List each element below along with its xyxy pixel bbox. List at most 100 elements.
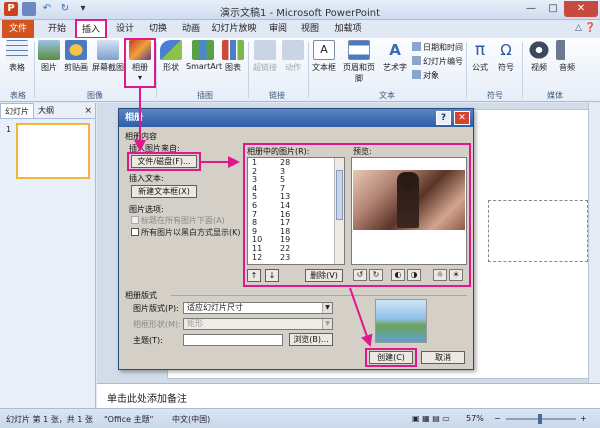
close-panel-icon[interactable]: × [84, 103, 95, 118]
object-button[interactable]: 对象 [412, 70, 439, 81]
browse-button[interactable]: 浏览(B)... [289, 333, 333, 346]
tab-file[interactable]: 文件 [2, 20, 34, 38]
textbox-icon: A [313, 40, 335, 60]
zoom-in-icon[interactable]: + [580, 414, 587, 423]
rotate-right-icon[interactable]: ↻ [369, 269, 383, 281]
omega-icon: Ω [500, 41, 512, 59]
tab-addins[interactable]: 加载项 [330, 20, 366, 38]
group-label-text: 文本 [379, 91, 395, 100]
brightness-up-icon[interactable]: ☼ [433, 269, 447, 281]
close-window-icon[interactable]: ✕ [564, 1, 598, 17]
chart-button[interactable]: 图表 [222, 40, 244, 73]
notes-placeholder: 单击此处添加备注 [107, 394, 187, 405]
photo-album-dialog: 相册 ? ✕ 相册内容 插入图片来自: 文件/磁盘(F)... 插入文本: 新建… [118, 108, 474, 370]
contrast-down-icon[interactable]: ◑ [407, 269, 421, 281]
dialog-title: 相册 ? ✕ [119, 109, 473, 127]
contrast-up-icon[interactable]: ◐ [391, 269, 405, 281]
maximize-icon[interactable]: □ [542, 1, 564, 17]
action-button[interactable]: 动作 [282, 40, 304, 73]
picture-layout-select[interactable]: 适应幻灯片尺寸 ▼ [183, 302, 333, 314]
picture-layout-label: 图片版式(P): [133, 304, 179, 313]
preview-box [351, 157, 467, 265]
zoom-out-icon[interactable]: − [494, 414, 501, 423]
zoom-slider-knob[interactable] [538, 414, 542, 424]
textbox-button[interactable]: A 文本框 [310, 40, 338, 73]
album-content-label: 相册内容 [125, 132, 157, 141]
symbol-button[interactable]: Ω 符号 [494, 40, 518, 73]
caption-below-checkbox[interactable]: 标题在所有图片下面(A) [131, 215, 225, 226]
help-icon[interactable]: ? [436, 111, 451, 125]
picture-options-label: 图片选项: [129, 205, 164, 214]
rotate-left-icon[interactable]: ↺ [353, 269, 367, 281]
shapes-icon [160, 40, 182, 60]
theme-input[interactable] [183, 334, 283, 346]
list-scroll-thumb[interactable] [336, 170, 343, 220]
action-icon [282, 40, 304, 60]
chart-icon [222, 40, 244, 60]
shapes-button[interactable]: 形状 [158, 40, 184, 73]
audio-button[interactable]: 音频 [554, 40, 580, 73]
wordart-button[interactable]: A 艺术字 [380, 40, 410, 73]
equation-button[interactable]: π 公式 [468, 40, 492, 73]
screenshot-button[interactable]: 屏幕截图 [92, 40, 124, 73]
move-down-button[interactable]: ↓ [265, 269, 279, 282]
album-dropdown-icon: ▾ [137, 73, 142, 82]
vertical-scrollbar[interactable] [588, 103, 600, 383]
cancel-button[interactable]: 取消 [421, 351, 465, 364]
black-white-checkbox[interactable]: 所有图片以黑白方式显示(K) [131, 227, 241, 238]
clipart-icon [65, 40, 87, 60]
remove-button[interactable]: 删除(V) [305, 269, 343, 282]
list-scrollbar[interactable] [334, 158, 344, 264]
file-disk-highlight [127, 152, 201, 171]
slide-number-button[interactable]: 幻灯片编号 [412, 56, 463, 67]
header-footer-button[interactable]: 页眉和页脚 [340, 40, 378, 84]
minimize-icon[interactable]: — [520, 1, 542, 17]
pi-icon: π [474, 40, 486, 60]
view-buttons[interactable]: ▣ ▦ ▤ ▭ [412, 414, 450, 423]
table-icon [6, 40, 28, 60]
photo-album-button[interactable]: 相册 ▾ [124, 38, 156, 88]
slides-panel: 幻灯片 大纲 × 1 [0, 103, 96, 408]
ribbon-tabs: 文件 开始 插入 设计 切换 动画 幻灯片放映 审阅 视图 加载项 △ ❓ [0, 19, 600, 39]
slide-info: 幻灯片 第 1 张，共 1 张 [6, 415, 93, 424]
brightness-down-icon[interactable]: ☀ [449, 269, 463, 281]
tab-insert[interactable]: 插入 [75, 19, 107, 39]
hyperlink-button[interactable]: 超链接 [250, 40, 280, 73]
insert-text-label: 插入文本: [129, 174, 164, 183]
table-button[interactable]: 表格 [4, 40, 30, 73]
calendar-icon [412, 42, 421, 51]
create-highlight [365, 348, 417, 367]
ribbon-help-icons[interactable]: △ ❓ [575, 23, 596, 33]
tab-animations[interactable]: 动画 [178, 20, 204, 38]
group-label-media: 媒体 [547, 91, 563, 100]
video-button[interactable]: 视频 [526, 40, 552, 73]
smartart-button[interactable]: SmartArt [186, 40, 222, 71]
slide-thumbnail[interactable] [16, 123, 90, 179]
move-up-button[interactable]: ↑ [247, 269, 261, 282]
language: 中文(中国) [172, 415, 211, 424]
picture-button[interactable]: 图片 [38, 40, 60, 73]
tab-slideshow[interactable]: 幻灯片放映 [210, 20, 258, 38]
clipart-button[interactable]: 剪贴画 [62, 40, 90, 73]
group-label-links: 链接 [269, 91, 285, 100]
notes-pane[interactable]: 单击此处添加备注 [97, 383, 600, 408]
tab-home[interactable]: 开始 [40, 20, 74, 38]
tab-transitions[interactable]: 切换 [144, 20, 172, 38]
ribbon: 表格 图片 剪贴画 屏幕截图 相册 ▾ 图像 表格 形状 SmartArt 图表… [0, 38, 600, 102]
tab-review[interactable]: 审阅 [266, 20, 290, 38]
group-label-symbols: 符号 [487, 91, 503, 100]
tab-design[interactable]: 设计 [112, 20, 138, 38]
frame-shape-select[interactable]: 矩形 ▼ [183, 318, 333, 330]
theme-name: "Office 主题" [104, 415, 154, 424]
tab-view[interactable]: 视图 [298, 20, 322, 38]
placeholder-box[interactable] [488, 200, 588, 262]
tab-slides[interactable]: 幻灯片 [0, 103, 34, 118]
layout-preview-image [375, 299, 427, 343]
new-textbox-button[interactable]: 新建文本框(X) [131, 185, 197, 198]
tab-outline[interactable]: 大纲 [34, 103, 58, 118]
datetime-button[interactable]: 日期和时间 [412, 42, 463, 53]
slide-number: 1 [6, 125, 12, 134]
frame-shape-label: 相框形状(M): [133, 320, 181, 329]
close-dialog-icon[interactable]: ✕ [454, 111, 470, 125]
pictures-list[interactable]: 1 2 3 4 5 6 7 8 9 10 11 12 28 3 5 7 13 14 16 17 18 19 22 23 [247, 157, 345, 265]
